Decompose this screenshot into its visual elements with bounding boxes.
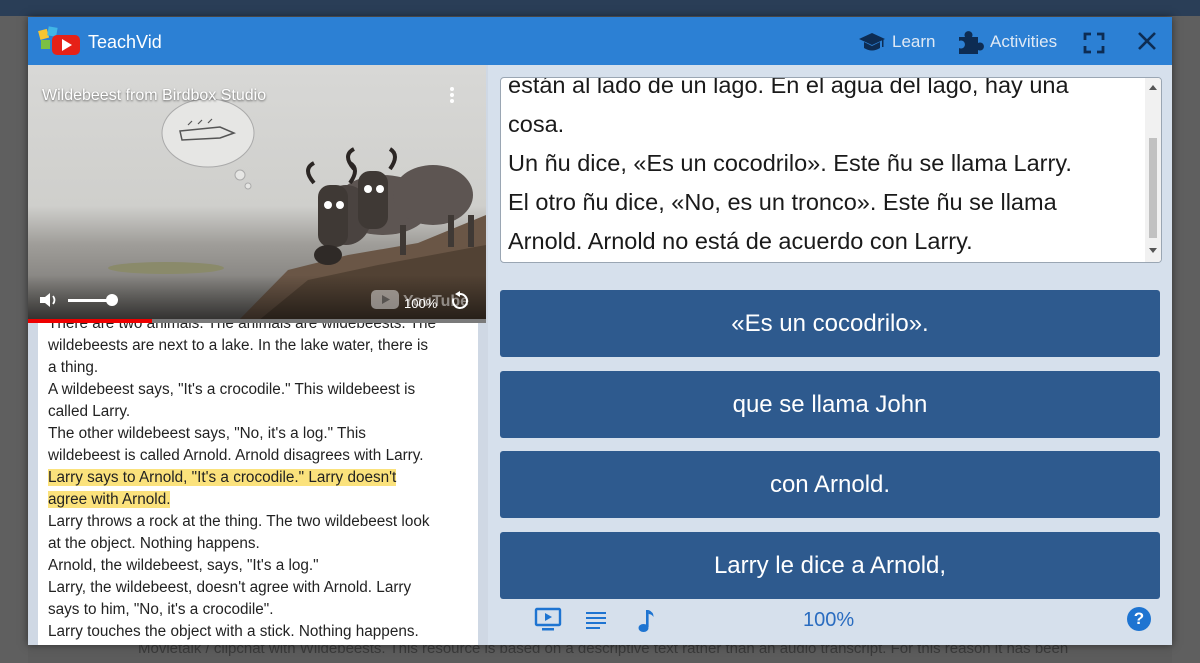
transcript-line: called Larry. [48,403,131,420]
transcript-line: Arnold, the wildebeest, says, "It's a lo… [48,557,319,574]
volume-slider-track[interactable] [68,299,110,302]
highlighted-text: Larry says to Arnold, "It's a crocodile.… [48,469,397,486]
page-side-left [0,16,28,663]
spanish-text-line: El otro ñu dice, «No, es un tronco». Est… [508,189,1057,215]
english-transcript: There are two animals. The animals are w… [38,323,478,645]
transcript-line: Larry throws a rock at the thing. The tw… [48,513,430,530]
volume-icon[interactable] [38,291,60,309]
text-scrollbar[interactable] [1145,78,1161,262]
help-button[interactable]: ? [1127,607,1151,631]
video-player[interactable]: Wildebeest from Birdbox Studio YouTube 1… [28,65,486,321]
music-note-icon[interactable] [636,608,656,634]
expand-icon [1083,32,1105,54]
fullscreen-button[interactable] [1083,30,1105,56]
learn-button[interactable]: Learn [858,29,935,55]
transcript-line: at the object. Nothing happens. [48,535,260,552]
learn-label: Learn [892,32,936,51]
transcript-line: Larry touches the object with a stick. N… [48,623,419,640]
app-title: TeachVid [88,32,162,52]
scroll-down-arrow-icon[interactable] [1149,248,1157,253]
video-more-options-icon[interactable] [446,85,458,105]
highlighted-text: agree with Arnold. [48,491,171,508]
zoom-level-label[interactable]: 100% [803,609,854,632]
teachvid-modal: TeachVid Learn Activities Wildebeest fro… [28,17,1172,645]
close-icon [1138,32,1156,50]
spanish-text-line: Arnold. Arnold no está de acuerdo con La… [508,228,973,254]
answer-option-button[interactable]: con Arnold. [500,451,1160,518]
activities-button[interactable]: Activities [956,29,1057,55]
video-zoom-label: 100% [404,296,438,311]
puzzle-piece-icon [956,29,984,55]
modal-header: TeachVid Learn Activities [28,17,1172,65]
activities-label: Activities [990,32,1058,51]
activity-panel: están al lado de un lago. En el agua del… [488,65,1172,645]
video-title[interactable]: Wildebeest from Birdbox Studio [42,87,266,105]
transcript-line: Larry, the wildebeest, doesn't agree wit… [48,579,412,596]
video-view-icon[interactable] [534,607,562,633]
bottom-toolbar: 100% ? [488,591,1172,645]
spanish-text-line: cosa. [508,111,565,137]
graduation-cap-icon [858,31,886,53]
page-header-bar [0,0,1200,16]
spanish-text: están al lado de un lago. En el agua del… [508,77,1128,261]
spanish-text-line: están al lado de un lago. En el agua del… [508,77,1069,98]
scrollbar-thumb[interactable] [1149,138,1157,238]
spanish-text-box: están al lado de un lago. En el agua del… [500,77,1162,263]
scroll-up-arrow-icon[interactable] [1149,85,1157,90]
transcript-line: wildebeest is called Arnold. Arnold disa… [48,447,424,464]
transcript-line: There are two animals. The animals are w… [48,323,436,332]
answer-option-button[interactable]: Larry le dice a Arnold, [500,532,1160,599]
transcript-line: The other wildebeest says, "No, it's a l… [48,425,366,442]
replay-icon[interactable] [450,291,470,311]
spanish-text-line: Un ñu dice, «Es un cocodrilo». Este ñu s… [508,150,1072,176]
transcript-line-highlighted: Larry says to Arnold, "It's a crocodile.… [38,467,478,489]
answer-option-button[interactable]: que se llama John [500,371,1160,438]
transcript-line-highlighted: agree with Arnold. [38,489,478,511]
transcript-view-icon[interactable] [585,610,607,630]
transcript-line: says to him, "No, it's a crocodile". [48,601,274,618]
teachvid-logo-icon [38,26,80,55]
transcript-line: a thing. [48,359,99,376]
answer-option-button[interactable]: «Es un cocodrilo». [500,290,1160,357]
close-button[interactable] [1135,28,1159,54]
volume-slider-handle[interactable] [106,294,118,306]
transcript-line: wildebeests are next to a lake. In the l… [48,337,429,354]
transcript-line: A wildebeest says, "It's a crocodile." T… [48,381,416,398]
page-side-right [1172,16,1200,663]
